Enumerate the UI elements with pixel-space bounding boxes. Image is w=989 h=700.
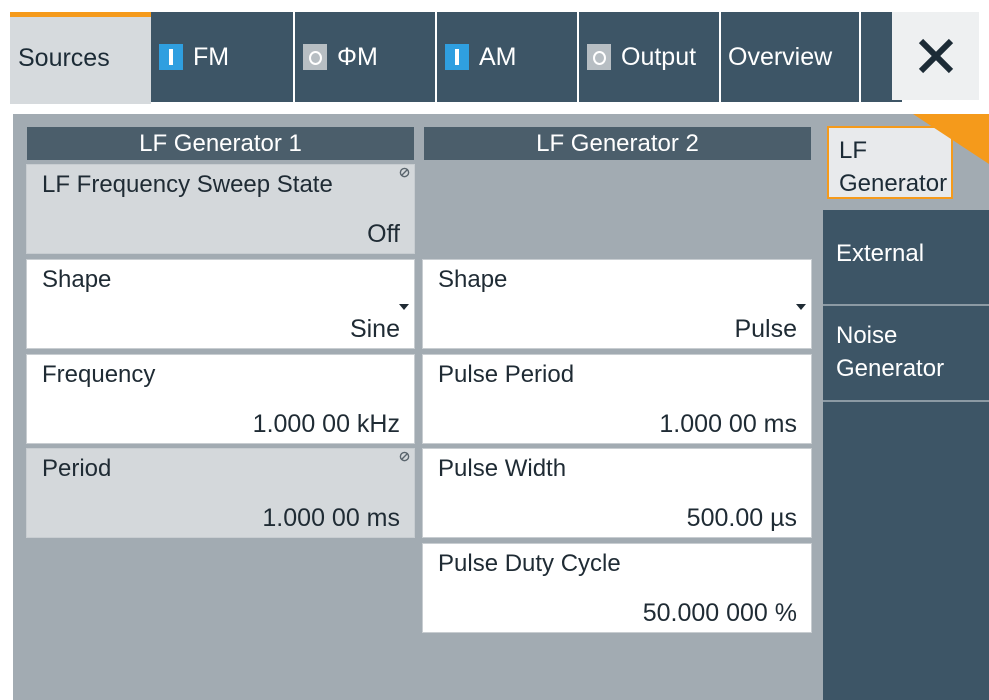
lf-frequency-sweep-state-field: LF Frequency Sweep State Off: [26, 164, 415, 254]
gen1-shape-value: Sine: [349, 315, 400, 343]
output-state-indicator-icon: [587, 44, 611, 70]
lf-generator-2-header: LF Generator 2: [424, 127, 811, 160]
phim-state-indicator-icon: [303, 44, 327, 70]
tab-phim[interactable]: ΦM: [293, 12, 435, 102]
active-corner-marker: [913, 114, 989, 164]
side-tab-external-label: External: [836, 240, 925, 267]
side-navigation: LF Generator External Noise Generator: [823, 114, 989, 700]
gen1-frequency-value: 1.000 00 kHz: [252, 410, 400, 438]
gen2-pulse-period-value: 1.000 00 ms: [659, 410, 797, 438]
close-icon: [918, 38, 953, 74]
side-tab-noise-label-line1: Noise: [836, 322, 898, 349]
side-tab-external[interactable]: External: [823, 210, 989, 304]
gen1-period-label: Period: [42, 455, 112, 482]
tab-bar: Sources FM ΦM AM Output Overview: [10, 0, 989, 104]
tab-sources-label: Sources: [18, 43, 110, 72]
sweep-state-value: Off: [367, 220, 400, 248]
gen2-pulse-width-label: Pulse Width: [438, 455, 567, 482]
chevron-down-icon: [399, 304, 409, 310]
gen1-shape-label: Shape: [42, 266, 112, 293]
gen1-period-field: Period 1.000 00 ms: [26, 448, 415, 538]
tab-output-label: Output: [621, 42, 697, 71]
side-tab-noise-label-line2: Generator: [836, 355, 945, 382]
gen2-pulse-duty-cycle-label: Pulse Duty Cycle: [438, 550, 621, 577]
tab-sources[interactable]: Sources: [10, 12, 151, 104]
chevron-down-icon: [796, 304, 806, 310]
gen2-pulse-width-field[interactable]: Pulse Width 500.00 µs: [422, 448, 812, 538]
gen2-shape-dropdown[interactable]: Shape Pulse: [422, 259, 812, 349]
side-tab-noise-generator[interactable]: Noise Generator: [823, 304, 989, 400]
gen2-pulse-width-value: 500.00 µs: [686, 504, 797, 532]
tab-phim-label: ΦM: [337, 42, 378, 71]
active-tab-accent: [10, 12, 151, 17]
gen1-shape-dropdown[interactable]: Shape Sine: [26, 259, 415, 349]
side-nav-empty-area: [823, 400, 989, 700]
gen2-shape-value: Pulse: [734, 315, 797, 343]
side-tab-lf-generator-label-line2: Generator: [839, 170, 948, 197]
lf-generator-1-header: LF Generator 1: [27, 127, 414, 160]
tab-fm[interactable]: FM: [151, 12, 293, 102]
gen1-frequency-field[interactable]: Frequency 1.000 00 kHz: [26, 354, 415, 444]
tab-fm-label: FM: [193, 42, 230, 71]
sweep-state-label: LF Frequency Sweep State: [42, 171, 333, 198]
read-only-icon: [399, 451, 410, 462]
tab-output[interactable]: Output: [577, 12, 719, 102]
tab-am[interactable]: AM: [435, 12, 577, 102]
gen2-pulse-duty-cycle-field[interactable]: Pulse Duty Cycle 50.000 000 %: [422, 543, 812, 633]
gen2-shape-label: Shape: [438, 266, 508, 293]
tab-am-label: AM: [479, 42, 517, 71]
gen1-period-value: 1.000 00 ms: [262, 504, 400, 532]
close-button[interactable]: [892, 12, 979, 100]
gen2-pulse-period-label: Pulse Period: [438, 361, 575, 388]
fm-state-indicator-icon: [159, 44, 183, 70]
read-only-icon: [399, 167, 410, 178]
tab-overview[interactable]: Overview: [719, 12, 859, 102]
am-state-indicator-icon: [445, 44, 469, 70]
gen2-pulse-duty-cycle-value: 50.000 000 %: [642, 599, 797, 627]
gen1-frequency-label: Frequency: [42, 361, 156, 388]
tab-overview-label: Overview: [728, 42, 833, 71]
gen2-pulse-period-field[interactable]: Pulse Period 1.000 00 ms: [422, 354, 812, 444]
